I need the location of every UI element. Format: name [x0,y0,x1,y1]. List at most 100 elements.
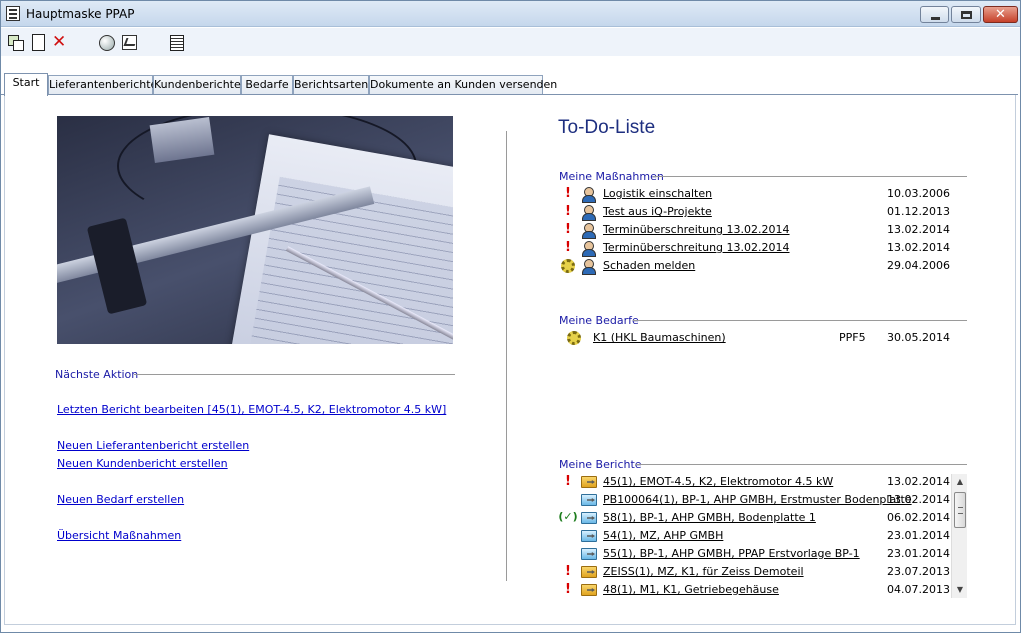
close-icon: ✕ [995,7,1006,22]
tab-bar: Start Lieferantenberichte Kundenberichte… [1,73,1020,96]
person-icon [581,259,596,275]
measures-overview-link[interactable]: Übersicht Maßnahmen [57,529,181,542]
report-folder-icon [581,548,597,560]
report-date: 23.01.2014 [887,529,950,542]
report-folder-icon [581,512,597,524]
measurement-photo [57,116,453,344]
measure-date: 13.02.2014 [887,223,950,236]
measure-link[interactable]: Terminüberschreitung 13.02.2014 [603,223,790,236]
report-date: 23.01.2014 [887,547,950,560]
maximize-icon [961,11,972,19]
calculator-icon[interactable] [168,34,184,51]
reports-rule [635,464,967,465]
measure-date: 01.12.2013 [887,205,950,218]
report-date: 06.02.2014 [887,511,950,524]
todo-title: To-Do-Liste [558,117,656,138]
demand-code: PPF5 [839,331,866,344]
person-icon [581,241,596,257]
measures-label: Meine Maßnahmen [559,170,664,183]
list-item: 55(1), BP-1, AHP GMBH, PPAP Erstvorlage … [561,546,951,564]
column-divider [506,131,507,581]
measure-link[interactable]: Logistik einschalten [603,187,712,200]
list-item: PB100064(1), BP-1, AHP GMBH, Erstmuster … [561,492,951,510]
scroll-thumb[interactable] [954,492,966,528]
report-date: 13.02.2014 [887,493,950,506]
measure-date: 29.04.2006 [887,259,950,272]
new-document-icon[interactable] [30,34,46,51]
next-action-rule [134,374,455,375]
report-link[interactable]: PB100064(1), BP-1, AHP GMBH, Erstmuster … [603,493,912,506]
report-folder-icon [581,476,597,488]
scroll-down-icon[interactable]: ▼ [952,582,968,598]
demands-rule [633,320,967,321]
tab-berichtsarten[interactable]: Berichtsarten [293,75,369,95]
report-icon[interactable] [121,34,137,50]
title-bar: Hauptmaske PPAP ✕ [1,1,1020,27]
list-item: ! Terminüberschreitung 13.02.2014 13.02.… [561,240,961,258]
priority-mark: ! [565,204,571,219]
list-item: ! 48(1), M1, K1, Getriebegehäuse 04.07.2… [561,582,951,600]
list-item: K1 (HKL Baumaschinen) PPF5 30.05.2014 [567,330,961,348]
list-item: ! Terminüberschreitung 13.02.2014 13.02.… [561,222,961,240]
globe-icon[interactable] [98,34,115,51]
demand-link[interactable]: K1 (HKL Baumaschinen) [593,331,726,344]
person-icon [581,223,596,239]
report-link[interactable]: 58(1), BP-1, AHP GMBH, Bodenplatte 1 [603,511,816,524]
list-item: (✓) 58(1), BP-1, AHP GMBH, Bodenplatte 1… [558,510,951,528]
report-date: 23.07.2013 [887,565,950,578]
list-item: ! ZEISS(1), MZ, K1, für Zeiss Demoteil 2… [561,564,951,582]
tab-dokumente-versenden[interactable]: Dokumente an Kunden versenden [369,75,557,95]
photo-caliper-jaw [86,217,148,315]
priority-mark: ! [565,474,571,489]
app-icon [6,6,20,21]
photo-paper [229,134,453,344]
measure-link[interactable]: Test aus iQ-Projekte [603,205,712,218]
tab-bedarfe[interactable]: Bedarfe [241,75,293,95]
report-folder-icon [581,530,597,542]
maximize-button[interactable] [951,6,981,23]
report-folder-icon [581,566,597,578]
save-icon[interactable] [7,34,24,51]
new-customer-report-link[interactable]: Neuen Kundenbericht erstellen [57,457,228,470]
measures-rule [653,176,967,177]
demand-date: 30.05.2014 [887,331,950,344]
measure-link[interactable]: Terminüberschreitung 13.02.2014 [603,241,790,254]
scroll-up-icon[interactable]: ▲ [952,474,968,490]
measure-link[interactable]: Schaden melden [603,259,695,272]
new-demand-link[interactable]: Neuen Bedarf erstellen [57,493,184,506]
close-button[interactable]: ✕ [983,6,1018,23]
report-link[interactable]: 54(1), MZ, AHP GMBH [603,529,723,542]
measure-date: 10.03.2006 [887,187,950,200]
priority-mark: ! [565,564,571,579]
priority-mark: ! [565,240,571,255]
new-supplier-report-link[interactable]: Neuen Lieferantenbericht erstellen [57,439,249,452]
priority-mark: ! [565,186,571,201]
demands-label: Meine Bedarfe [559,314,639,327]
list-item: Schaden melden 29.04.2006 [561,258,961,276]
priority-mark: ! [565,582,571,597]
report-date: 04.07.2013 [887,583,950,596]
person-icon [581,205,596,221]
list-item: ! Test aus iQ-Projekte 01.12.2013 [561,204,961,222]
report-link[interactable]: 45(1), EMOT-4.5, K2, Elektromotor 4.5 kW [603,475,833,488]
reports-label: Meine Berichte [559,458,642,471]
tab-start[interactable]: Start [4,73,48,96]
approved-check-icon: (✓) [558,510,578,523]
report-link[interactable]: 55(1), BP-1, AHP GMBH, PPAP Erstvorlage … [603,547,860,560]
gear-icon [567,331,581,345]
list-item: ! Logistik einschalten 10.03.2006 [561,186,961,204]
priority-mark: ! [565,222,571,237]
list-item: 54(1), MZ, AHP GMBH 23.01.2014 [561,528,951,546]
next-action-label: Nächste Aktion [55,368,139,381]
tab-kundenberichte[interactable]: Kundenberichte [153,75,241,95]
edit-last-report-link[interactable]: Letzten Bericht bearbeiten [45(1), EMOT-… [57,403,446,416]
main-window: Hauptmaske PPAP ✕ ✕ Start Lieferantenber… [0,0,1021,633]
delete-icon[interactable]: ✕ [52,34,68,51]
reports-scrollbar[interactable]: ▲ ▼ [951,474,967,598]
toolbar: ✕ [1,28,1020,56]
minimize-button[interactable] [920,6,949,23]
tab-lieferantenberichte[interactable]: Lieferantenberichte [48,75,157,95]
report-link[interactable]: ZEISS(1), MZ, K1, für Zeiss Demoteil [603,565,804,578]
report-link[interactable]: 48(1), M1, K1, Getriebegehäuse [603,583,779,596]
gear-icon [561,259,575,273]
